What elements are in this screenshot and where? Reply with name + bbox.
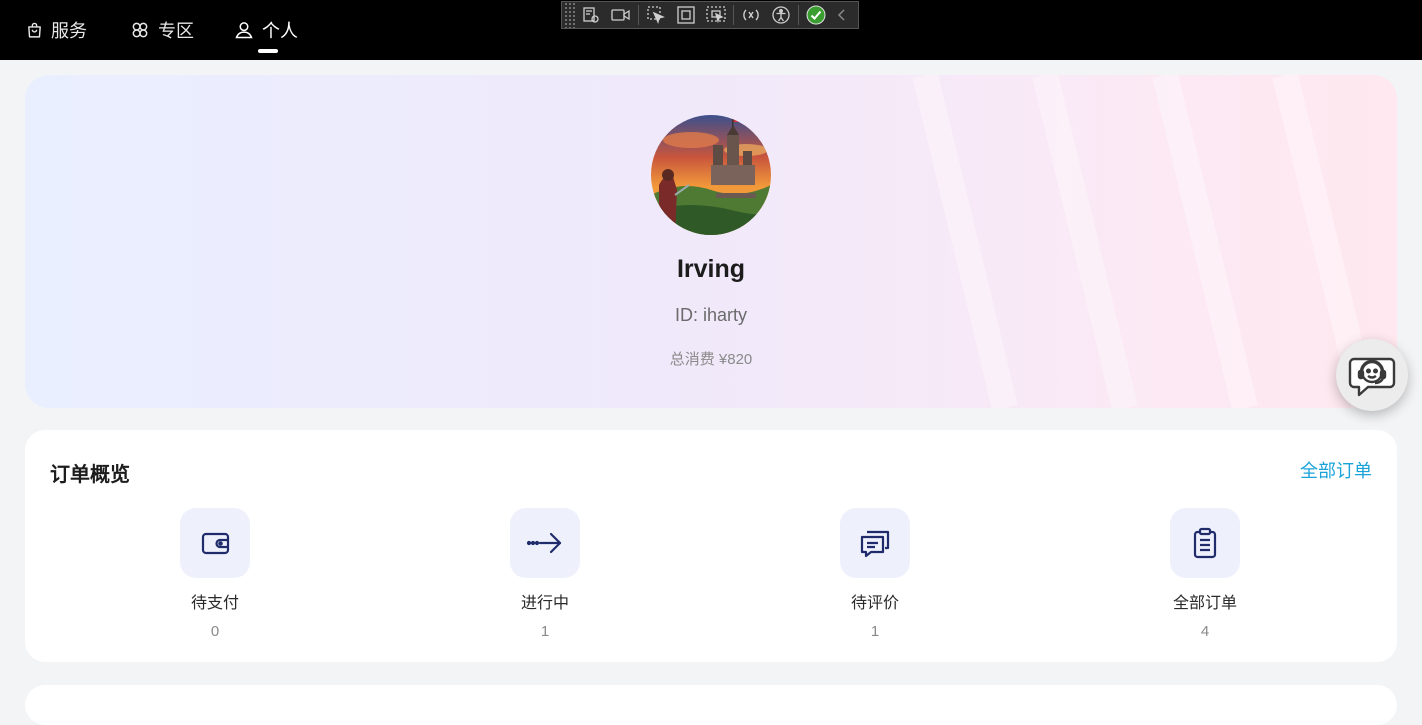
- profile-username: Irving: [676, 255, 746, 283]
- avatar-image: [651, 115, 771, 235]
- profile-card: Irving ID: iharty 总消费 ¥820: [25, 75, 1397, 408]
- order-pending-review[interactable]: 待评价 1: [805, 508, 945, 640]
- drag-handle-icon[interactable]: [564, 2, 576, 28]
- profile-total-spend: 总消费 ¥820: [669, 351, 753, 368]
- hot-reload-icon[interactable]: [736, 2, 766, 28]
- user-icon: [234, 20, 254, 40]
- clover-icon: [130, 20, 150, 40]
- order-count: 1: [870, 623, 880, 640]
- collapse-chevron-icon[interactable]: [831, 2, 853, 28]
- check-circle-icon[interactable]: [801, 2, 831, 28]
- order-icon-box: [840, 508, 910, 578]
- tab-personal-label: 个人: [262, 21, 298, 41]
- order-count: 1: [540, 623, 550, 640]
- order-icon-box: [510, 508, 580, 578]
- toolbar-separator: [638, 5, 639, 25]
- order-label: 待评价: [850, 595, 899, 612]
- tab-zone[interactable]: 专区: [130, 0, 194, 60]
- toolbar-separator: [798, 5, 799, 25]
- order-all-orders[interactable]: 全部订单 4: [1135, 508, 1275, 640]
- live-tree-icon[interactable]: [576, 2, 606, 28]
- customer-service-button[interactable]: [1336, 339, 1408, 411]
- arrow-right-icon: [526, 532, 562, 554]
- tab-services[interactable]: 服务: [26, 0, 87, 60]
- wallet-icon: [201, 532, 230, 555]
- select-element-icon[interactable]: [641, 2, 671, 28]
- order-count: 0: [210, 623, 220, 640]
- layout-adorner-icon[interactable]: [671, 2, 701, 28]
- order-icon-box: [180, 508, 250, 578]
- shopping-bag-icon: [26, 22, 43, 39]
- order-pending-payment[interactable]: 待支付 0: [145, 508, 285, 640]
- chat-icon: [860, 530, 890, 558]
- tab-services-label: 服务: [51, 21, 87, 41]
- orders-title: 订单概览: [50, 464, 130, 486]
- order-count: 4: [1200, 623, 1210, 640]
- avatar[interactable]: [651, 115, 771, 235]
- customer-service-icon: [1348, 357, 1396, 397]
- orders-overview-card: 订单概览 全部订单 待支付 0 进行中 1 待评价 1 全部订单 4: [25, 430, 1397, 662]
- track-focus-icon[interactable]: [701, 2, 731, 28]
- order-label: 待支付: [190, 595, 239, 612]
- toolbar-separator: [733, 5, 734, 25]
- active-tab-indicator: [258, 49, 278, 53]
- tab-zone-label: 专区: [158, 21, 194, 41]
- profile-user-id: ID: iharty: [674, 305, 748, 325]
- clipboard-list-icon: [1193, 527, 1217, 559]
- dev-toolbar: [561, 1, 859, 29]
- accessibility-icon[interactable]: [766, 2, 796, 28]
- order-label: 进行中: [520, 595, 569, 612]
- order-icon-box: [1170, 508, 1240, 578]
- next-section-card: [25, 685, 1397, 725]
- view-all-orders-link[interactable]: 全部订单: [1300, 457, 1372, 483]
- order-in-progress[interactable]: 进行中 1: [475, 508, 615, 640]
- video-camera-icon[interactable]: [606, 2, 636, 28]
- order-label: 全部订单: [1172, 595, 1237, 612]
